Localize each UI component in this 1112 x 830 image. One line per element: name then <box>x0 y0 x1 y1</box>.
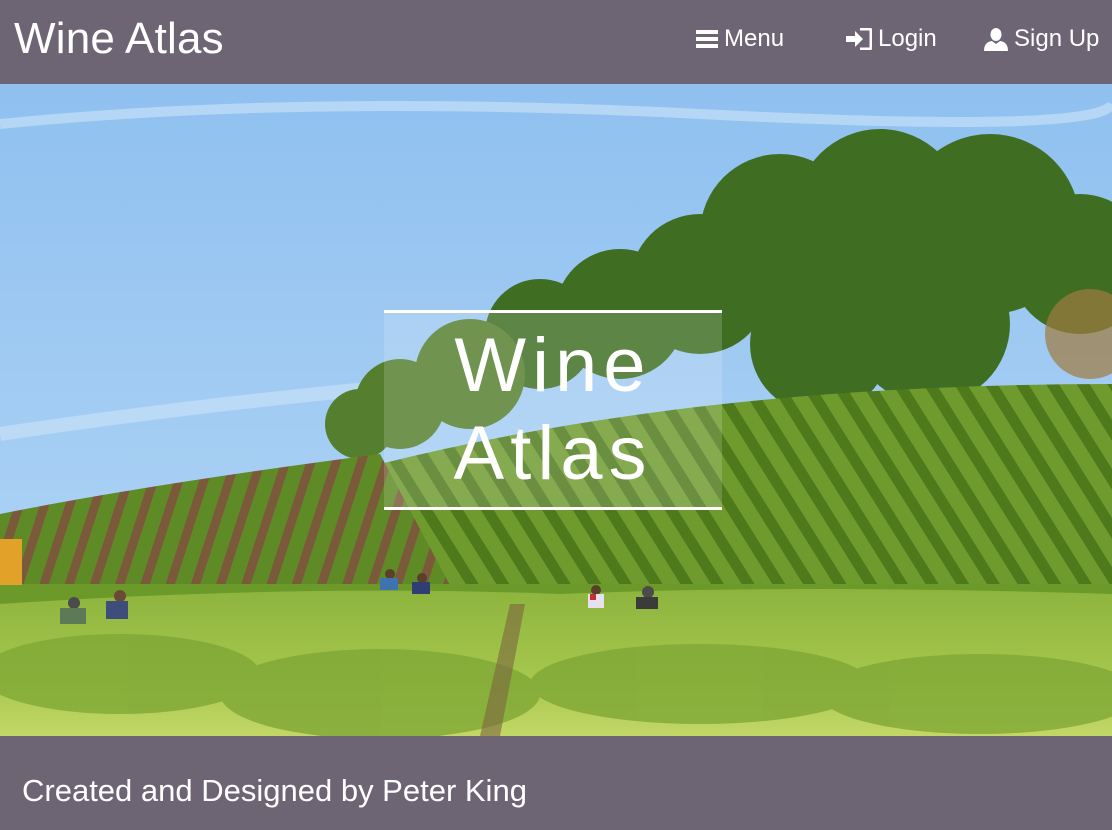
footer: Created and Designed by Peter King <box>0 736 1112 830</box>
page: Wine Atlas Menu Login Sign Up Wine Atlas… <box>0 0 1112 830</box>
hero-section: Wine Atlas <box>0 84 1112 736</box>
login-button[interactable]: Login <box>846 22 937 56</box>
menu-button[interactable]: Menu <box>696 22 784 56</box>
menu-label: Menu <box>724 25 785 52</box>
signup-button[interactable]: Sign Up <box>984 22 1099 56</box>
brand-link[interactable]: Wine Atlas <box>14 13 224 65</box>
login-arrow-icon <box>846 28 872 50</box>
top-navbar: Wine Atlas Menu Login Sign Up <box>0 0 1112 84</box>
hamburger-icon <box>696 29 718 49</box>
hero-title-line-2: Atlas <box>453 411 653 496</box>
login-label: Login <box>878 25 937 52</box>
signup-label: Sign Up <box>1014 25 1100 52</box>
hero-title: Wine Atlas <box>384 310 722 510</box>
hero-title-line-1: Wine <box>454 323 652 408</box>
footer-credit: Created and Designed by Peter King <box>22 773 527 808</box>
user-icon <box>984 27 1008 51</box>
